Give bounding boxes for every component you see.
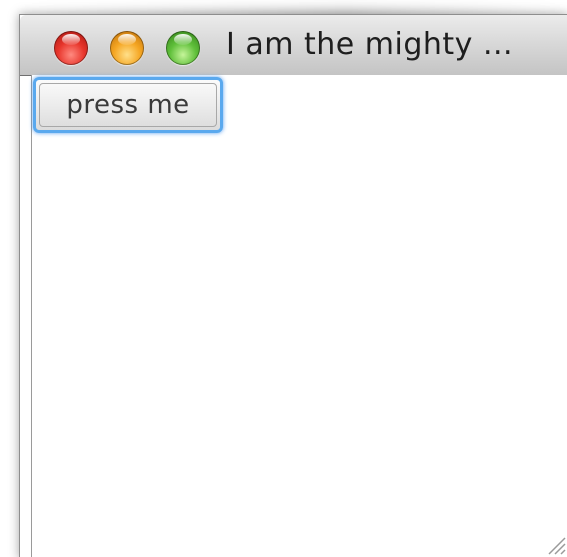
close-window-button[interactable] bbox=[54, 31, 88, 65]
desktop: I am the mighty ... press me bbox=[0, 0, 567, 557]
press-me-label: press me bbox=[66, 90, 190, 120]
minimize-window-button[interactable] bbox=[110, 31, 144, 65]
title-bar[interactable]: I am the mighty ... bbox=[20, 15, 567, 76]
zoom-window-button[interactable] bbox=[166, 31, 200, 65]
window-content: press me bbox=[31, 75, 567, 557]
press-me-button[interactable]: press me bbox=[33, 77, 223, 133]
window-title: I am the mighty ... bbox=[226, 27, 514, 62]
resize-grip-icon[interactable] bbox=[544, 533, 566, 555]
app-window: I am the mighty ... press me bbox=[19, 14, 567, 557]
